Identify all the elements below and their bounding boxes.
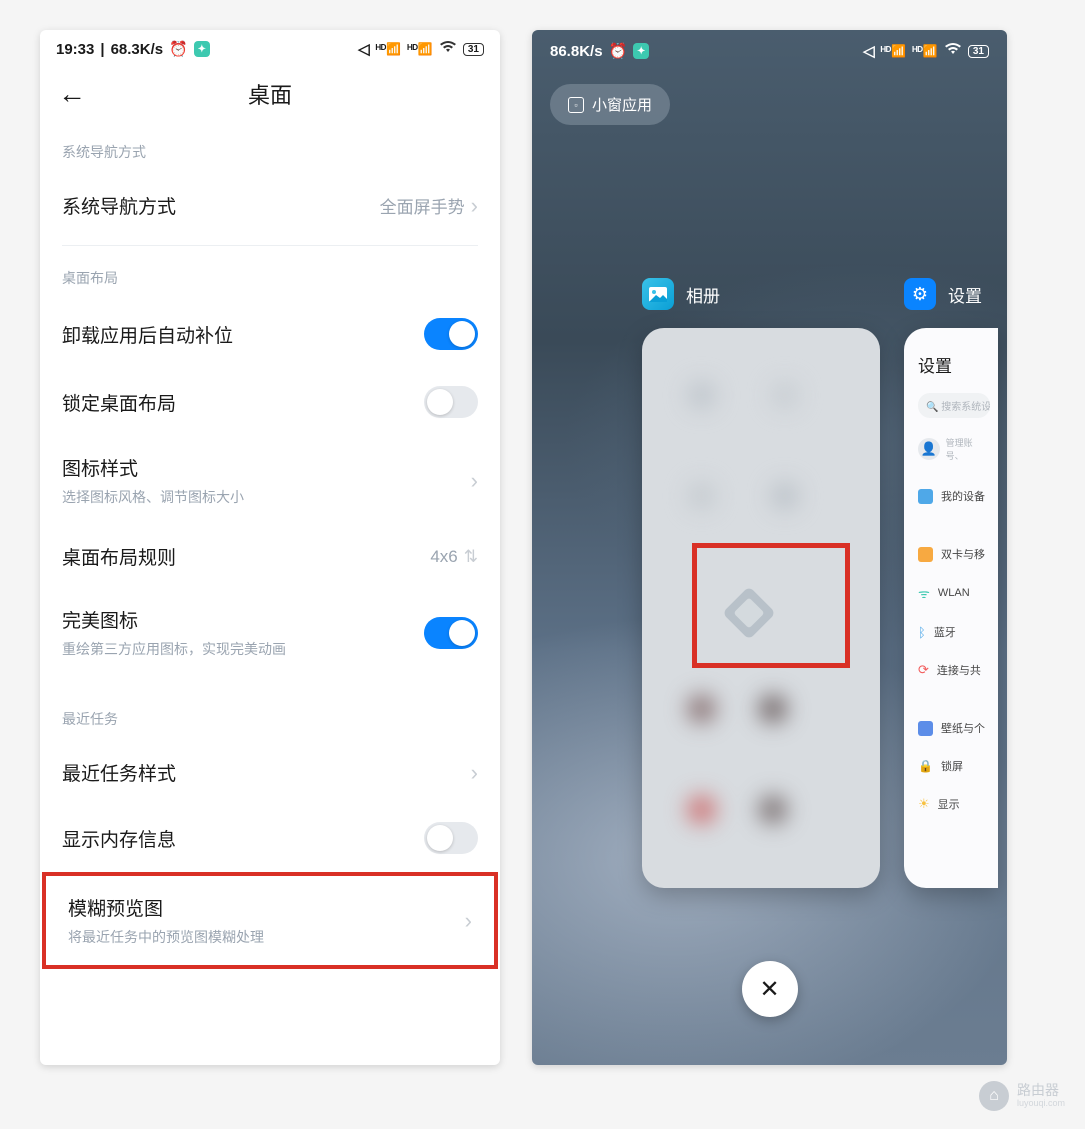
device-icon [918, 489, 933, 504]
chevron-right-icon: › [471, 760, 478, 786]
chevron-right-icon: › [465, 908, 472, 934]
search-input[interactable]: 🔍 搜索系统设 [918, 393, 990, 418]
connection-icon: ⟳ [918, 662, 929, 678]
brightness-icon: ☀ [918, 796, 930, 812]
row-display[interactable]: ☀显示 [918, 796, 990, 812]
toggle-auto-fill[interactable] [424, 318, 478, 350]
app-header-settings[interactable]: ⚙ 设置 [904, 278, 982, 310]
app-label-settings: 设置 [948, 282, 982, 307]
watermark-logo-icon: ⌂ [979, 1081, 1009, 1111]
row-perfect-icon: 完美图标 重绘第三方应用图标，实现完美动画 [40, 588, 500, 677]
chevron-right-icon: › [471, 468, 478, 494]
app-badge-icon: ✦ [194, 41, 210, 57]
wifi-mini-icon: ᯤ [918, 584, 930, 602]
status-speed: 86.8K/s [550, 43, 603, 60]
section-recent-label: 最近任务 [40, 677, 500, 741]
bluetooth-icon: ᛒ [918, 625, 926, 640]
wallpaper-icon [918, 721, 933, 736]
signal-icon-2: ᴴᴰ📶 [912, 44, 938, 58]
alarm-icon: ⏰ [169, 40, 188, 58]
row-show-memory: 显示内存信息 [40, 804, 500, 872]
app-header-gallery[interactable]: 相册 [642, 278, 720, 310]
toggle-show-memory[interactable] [424, 822, 478, 854]
signal-icon: ᴴᴰ📶 [881, 44, 907, 58]
row-bluetooth[interactable]: ᛒ蓝牙 [918, 624, 990, 640]
row-recent-style[interactable]: 最近任务样式 › [40, 741, 500, 804]
app-card-gallery[interactable] [642, 328, 880, 888]
signal-icon-2: ᴴᴰ📶 [407, 42, 433, 56]
section-layout-label: 桌面布局 [40, 254, 500, 300]
app-card-settings[interactable]: 设置 🔍 搜索系统设 👤 管理账号、 我的设备 双卡与移 ᯤWLAN ᛒ蓝牙 ⟳… [904, 328, 998, 888]
row-connection[interactable]: ⟳连接与共 [918, 662, 990, 678]
section-nav-label: 系统导航方式 [40, 128, 500, 174]
location-icon: ◁ [863, 42, 875, 60]
highlight-box [692, 543, 850, 668]
chevron-right-icon: › [471, 193, 478, 219]
toggle-perfect-icon[interactable] [424, 617, 478, 649]
row-device[interactable]: 我的设备 [918, 488, 990, 504]
signal-icon: ᴴᴰ📶 [376, 42, 402, 56]
row-sim[interactable]: 双卡与移 [918, 546, 990, 562]
app-label-gallery: 相册 [686, 282, 720, 307]
settings-screen: 19:33 | 68.3K/s ⏰ ✦ ◁ ᴴᴰ📶 ᴴᴰ📶 31 ← 桌面 系统… [40, 30, 500, 1065]
settings-title: 设置 [918, 352, 990, 377]
status-speed: 68.3K/s [111, 41, 164, 58]
row-navigation-style[interactable]: 系统导航方式 全面屏手势 › [40, 174, 500, 237]
location-icon: ◁ [358, 40, 370, 58]
avatar-icon: 👤 [918, 438, 940, 460]
row-auto-fill: 卸载应用后自动补位 [40, 300, 500, 368]
sim-icon [918, 547, 933, 562]
settings-gear-icon: ⚙ [904, 278, 936, 310]
watermark: ⌂ 路由器 luyouqi.com [979, 1081, 1065, 1111]
battery-icon: 31 [463, 43, 484, 56]
row-blur-preview[interactable]: 模糊预览图 将最近任务中的预览图模糊处理 › [46, 876, 494, 965]
row-wlan[interactable]: ᯤWLAN [918, 584, 990, 602]
recent-apps-row[interactable]: 相册 ⚙ 设置 设置 🔍 搜索系统设 👤 管理账号、 [532, 278, 1007, 1065]
nav-value: 全面屏手势 [380, 193, 465, 218]
divider [62, 245, 478, 246]
row-lockscreen[interactable]: 🔒锁屏 [918, 758, 990, 774]
row-lock-layout: 锁定桌面布局 [40, 368, 500, 436]
grid-value: 4x6 [430, 547, 457, 567]
status-time: 19:33 [56, 41, 94, 58]
status-bar: 86.8K/s ⏰ ✦ ◁ ᴴᴰ📶 ᴴᴰ📶 31 [532, 30, 1007, 66]
account-row[interactable]: 👤 管理账号、 [918, 436, 990, 462]
alarm-icon: ⏰ [609, 42, 628, 60]
wifi-icon [944, 42, 962, 60]
recent-apps-screen: 86.8K/s ⏰ ✦ ◁ ᴴᴰ📶 ᴴᴰ📶 31 ▫ 小窗应用 [532, 30, 1007, 1065]
row-wallpaper[interactable]: 壁纸与个 [918, 720, 990, 736]
highlight-blur-preview: 模糊预览图 将最近任务中的预览图模糊处理 › [42, 872, 498, 969]
row-icon-style[interactable]: 图标样式 选择图标风格、调节图标大小 › [40, 436, 500, 525]
wifi-icon [439, 40, 457, 58]
page-title: 桌面 [86, 78, 454, 110]
sort-icon: ⇅ [464, 547, 478, 567]
row-grid-layout[interactable]: 桌面布局规则 4x6 ⇅ [40, 525, 500, 588]
toggle-lock-layout[interactable] [424, 386, 478, 418]
status-bar: 19:33 | 68.3K/s ⏰ ✦ ◁ ᴴᴰ📶 ᴴᴰ📶 31 [40, 30, 500, 64]
floating-window-chip[interactable]: ▫ 小窗应用 [550, 84, 670, 125]
lock-icon: 🔒 [918, 759, 933, 773]
gallery-icon [642, 278, 674, 310]
window-icon: ▫ [568, 97, 584, 113]
back-button[interactable]: ← [58, 78, 86, 110]
close-all-button[interactable]: ✕ [742, 961, 798, 1017]
header: ← 桌面 [40, 64, 500, 128]
battery-icon: 31 [968, 45, 989, 58]
app-badge-icon: ✦ [633, 43, 649, 59]
